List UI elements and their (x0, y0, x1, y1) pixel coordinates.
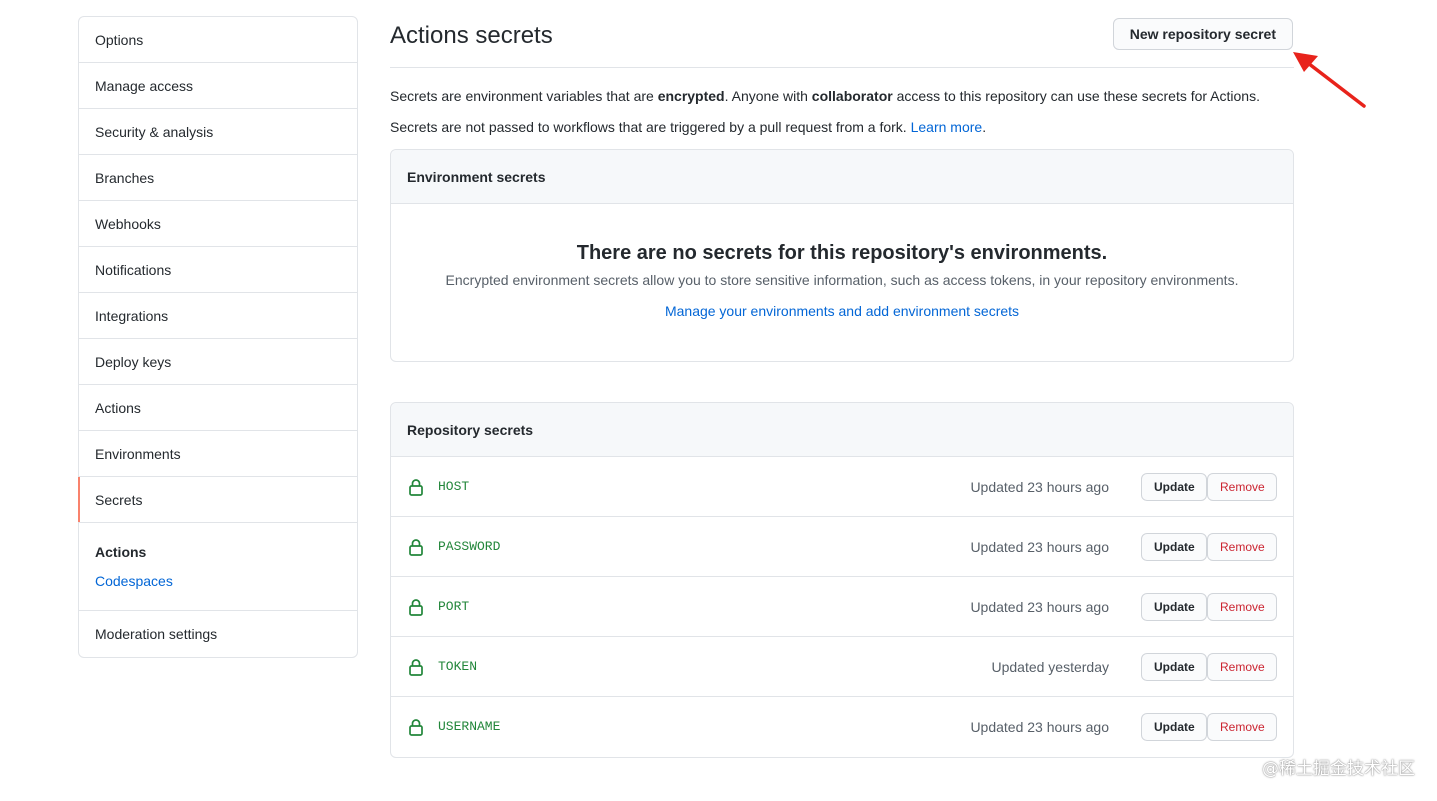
environment-secrets-header: Environment secrets (391, 150, 1293, 204)
lock-icon (409, 659, 423, 676)
repository-secrets-box: Repository secrets HOST Updated 23 hours… (390, 402, 1294, 758)
sidebar-item-actions[interactable]: Actions (79, 385, 357, 431)
intro-text-segment: . (982, 119, 987, 135)
remove-secret-button[interactable]: Remove (1207, 593, 1277, 621)
blankslate-title: There are no secrets for this repository… (576, 242, 1108, 264)
update-secret-button[interactable]: Update (1141, 713, 1207, 741)
lock-icon (409, 539, 423, 556)
sidebar-item-environments[interactable]: Environments (79, 431, 357, 477)
secret-updated-time: Updated 23 hours ago (970, 719, 1109, 735)
intro-text-segment: access to this repository can use these … (892, 88, 1260, 104)
secret-updated-time: Updated yesterday (991, 659, 1109, 675)
sidebar-group-actions: Actions Codespaces (79, 523, 357, 611)
secret-name: TOKEN (438, 659, 478, 674)
lock-icon (409, 479, 423, 496)
repository-secrets-header: Repository secrets (391, 403, 1293, 457)
update-secret-button[interactable]: Update (1141, 593, 1207, 621)
secret-name: PASSWORD (438, 539, 501, 554)
update-secret-button[interactable]: Update (1141, 653, 1207, 681)
secret-updated-time: Updated 23 hours ago (970, 539, 1109, 555)
environment-secrets-box: Environment secrets There are no secrets… (390, 149, 1294, 362)
sidebar-item-secrets[interactable]: Secrets (78, 477, 357, 523)
intro-bold-encrypted: encrypted (657, 88, 725, 104)
watermark: @稀土掘金技术社区 (1262, 759, 1415, 779)
sidebar-item-manage-access[interactable]: Manage access (79, 63, 357, 109)
secret-row-host: HOST Updated 23 hours ago Update Remove (391, 457, 1293, 517)
sidebar-item-integrations[interactable]: Integrations (79, 293, 357, 339)
intro-line-2: Secrets are not passed to workflows that… (390, 117, 1294, 137)
secret-updated-time: Updated 23 hours ago (970, 599, 1109, 615)
secret-row-username: USERNAME Updated 23 hours ago Update Rem… (391, 697, 1293, 757)
secret-name: PORT (438, 599, 470, 614)
sidebar-item-webhooks[interactable]: Webhooks (79, 201, 357, 247)
intro-text-segment: Secrets are not passed to workflows that… (390, 119, 911, 135)
lock-icon (409, 599, 423, 616)
intro-bold-collaborator: collaborator (811, 88, 893, 104)
environment-secrets-blankslate: There are no secrets for this repository… (391, 204, 1293, 361)
lock-icon (409, 719, 423, 736)
intro-text: Secrets are environment variables that a… (390, 86, 1294, 137)
secret-row-password: PASSWORD Updated 23 hours ago Update Rem… (391, 517, 1293, 577)
sidebar-link-codespaces[interactable]: Codespaces (95, 572, 341, 590)
intro-text-segment: Secrets are environment variables that a… (390, 88, 658, 104)
remove-secret-button[interactable]: Remove (1207, 473, 1277, 501)
intro-text-segment: . Anyone with (724, 88, 812, 104)
secret-updated-time: Updated 23 hours ago (970, 479, 1109, 495)
annotation-arrow-icon (1293, 52, 1366, 108)
sidebar-item-options[interactable]: Options (79, 17, 357, 63)
remove-secret-button[interactable]: Remove (1207, 713, 1277, 741)
manage-environments-link[interactable]: Manage your environments and add environ… (665, 301, 1019, 321)
secret-row-port: PORT Updated 23 hours ago Update Remove (391, 577, 1293, 637)
settings-sidebar: Options Manage access Security & analysi… (78, 16, 358, 658)
sidebar-item-security-analysis[interactable]: Security & analysis (79, 109, 357, 155)
main-content: Actions secrets New repository secret Se… (390, 0, 1294, 758)
intro-line-1: Secrets are environment variables that a… (390, 86, 1294, 106)
blankslate-description: Encrypted environment secrets allow you … (445, 272, 1239, 288)
update-secret-button[interactable]: Update (1141, 533, 1207, 561)
sidebar-group-title: Actions (95, 544, 147, 560)
page-title: Actions secrets (390, 22, 553, 49)
new-repository-secret-button[interactable]: New repository secret (1112, 18, 1293, 50)
secret-row-token: TOKEN Updated yesterday Update Remove (391, 637, 1293, 697)
sidebar-item-moderation-settings[interactable]: Moderation settings (79, 611, 357, 657)
remove-secret-button[interactable]: Remove (1207, 533, 1277, 561)
remove-secret-button[interactable]: Remove (1207, 653, 1277, 681)
secret-name: USERNAME (438, 719, 501, 734)
update-secret-button[interactable]: Update (1141, 473, 1207, 501)
sidebar-item-branches[interactable]: Branches (79, 155, 357, 201)
sidebar-item-deploy-keys[interactable]: Deploy keys (79, 339, 357, 385)
learn-more-link[interactable]: Learn more (911, 119, 983, 135)
secret-name: HOST (438, 479, 470, 494)
page-header: Actions secrets New repository secret (390, 0, 1294, 68)
sidebar-item-notifications[interactable]: Notifications (79, 247, 357, 293)
